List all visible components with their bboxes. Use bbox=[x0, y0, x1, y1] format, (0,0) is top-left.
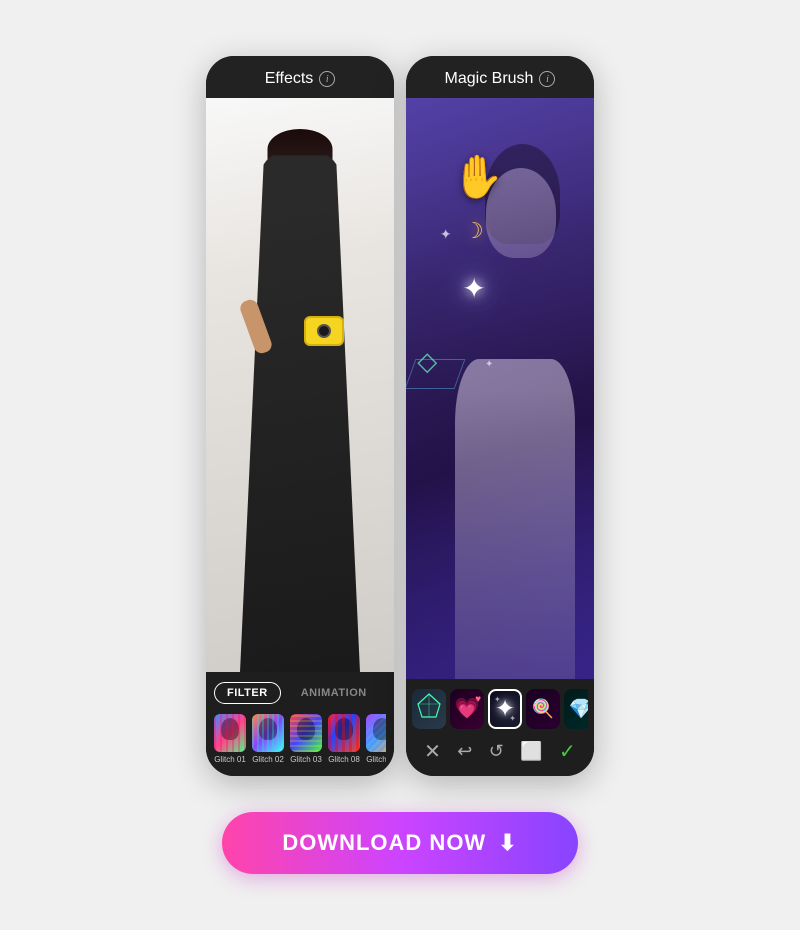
effects-info-icon[interactable]: i bbox=[319, 71, 335, 87]
download-label: DOWNLOAD NOW bbox=[282, 830, 486, 856]
erase-icon[interactable]: ⬜ bbox=[520, 741, 542, 762]
moon-icon: ☽ bbox=[464, 218, 484, 244]
filter-glitch08[interactable]: Glitch 08 bbox=[328, 714, 360, 764]
effects-bottom-panel: FILTER ANIMATION Glitch 01 Glitch 0 bbox=[206, 672, 394, 776]
brush-cherry[interactable]: 🍭 bbox=[526, 689, 560, 729]
filters-row: Glitch 01 Glitch 02 Glitch 03 bbox=[214, 714, 386, 764]
brush-sparkle-selected[interactable]: ✦ ✦ ✦ bbox=[488, 689, 522, 729]
glitch08-thumb bbox=[328, 714, 360, 752]
animation-tab[interactable]: ANIMATION bbox=[289, 682, 379, 704]
magic-header: Magic Brush i bbox=[406, 56, 594, 98]
cherry-emoji: 🍭 bbox=[532, 699, 554, 720]
phone-effects: Effects i FILTER ANIMATION bbox=[206, 56, 394, 776]
geo-lines-left bbox=[406, 359, 465, 389]
close-action-icon[interactable]: ✕ bbox=[424, 739, 441, 764]
magic-info-icon[interactable]: i bbox=[539, 71, 555, 87]
phone-magic: Magic Brush i 🤚 ☽ ✦ ✦ ✦ ◇ bbox=[406, 56, 594, 776]
download-button[interactable]: DOWNLOAD NOW ⬇ bbox=[222, 812, 577, 874]
undo-icon[interactable]: ↩ bbox=[457, 741, 472, 762]
glitch03-label: Glitch 03 bbox=[290, 755, 322, 764]
redo-icon[interactable]: ↺ bbox=[489, 741, 504, 762]
actions-row: ✕ ↩ ↺ ⬜ ✓ bbox=[412, 739, 588, 764]
hearts-sm: ♥ bbox=[475, 694, 481, 705]
tabs-row: FILTER ANIMATION bbox=[214, 682, 386, 704]
magic-photo-area: 🤚 ☽ ✦ ✦ ✦ ◇ bbox=[406, 98, 594, 679]
confirm-icon[interactable]: ✓ bbox=[559, 739, 576, 764]
glitch01-thumb bbox=[214, 714, 246, 752]
sparkle-sm-1: ✦ bbox=[440, 226, 452, 243]
effects-title: Effects bbox=[265, 70, 314, 88]
filter-glitch01[interactable]: Glitch 01 bbox=[214, 714, 246, 764]
filter-tab[interactable]: FILTER bbox=[214, 682, 281, 704]
sparkle-sm-tl: ✦ bbox=[494, 695, 501, 704]
glitch08-label: Glitch 08 bbox=[328, 755, 360, 764]
brush-items-row: 💗 ♥ ✦ ✦ ✦ 🍭 💎 bbox=[412, 689, 588, 729]
phones-container: Effects i FILTER ANIMATION bbox=[206, 56, 594, 776]
filter-glitch03[interactable]: Glitch 03 bbox=[290, 714, 322, 764]
brush-hearts[interactable]: 💗 ♥ bbox=[450, 689, 484, 729]
filter-glitch02[interactable]: Glitch 02 bbox=[252, 714, 284, 764]
glitch02-label: Glitch 02 bbox=[252, 755, 284, 764]
sparkle-sm-2: ✦ bbox=[485, 359, 493, 370]
glitch02-thumb bbox=[252, 714, 284, 752]
effects-header: Effects i bbox=[206, 56, 394, 98]
brush-geo[interactable] bbox=[412, 689, 446, 729]
glitch09-label: Glitch 09 bbox=[366, 755, 386, 764]
bubbles-emoji: 💎 bbox=[569, 697, 588, 722]
camera-lens bbox=[317, 324, 331, 338]
filter-glitch09[interactable]: Glitch 09 bbox=[366, 714, 386, 764]
magic-title: Magic Brush bbox=[445, 70, 534, 88]
magic-bottom-panel: 💗 ♥ ✦ ✦ ✦ 🍭 💎 ✕ bbox=[406, 679, 594, 776]
brush-bubbles[interactable]: 💎 bbox=[564, 689, 588, 729]
glitch01-label: Glitch 01 bbox=[214, 755, 246, 764]
download-icon: ⬇ bbox=[498, 830, 517, 856]
effects-photo-area bbox=[206, 98, 394, 672]
glitch09-thumb bbox=[366, 714, 386, 752]
sparkle-sm-br: ✦ bbox=[509, 714, 516, 723]
sparkle-effect: ✦ bbox=[462, 272, 485, 305]
glitch03-thumb bbox=[290, 714, 322, 752]
hand-gesture-icon: 🤚 bbox=[451, 153, 503, 202]
camera bbox=[304, 316, 344, 346]
